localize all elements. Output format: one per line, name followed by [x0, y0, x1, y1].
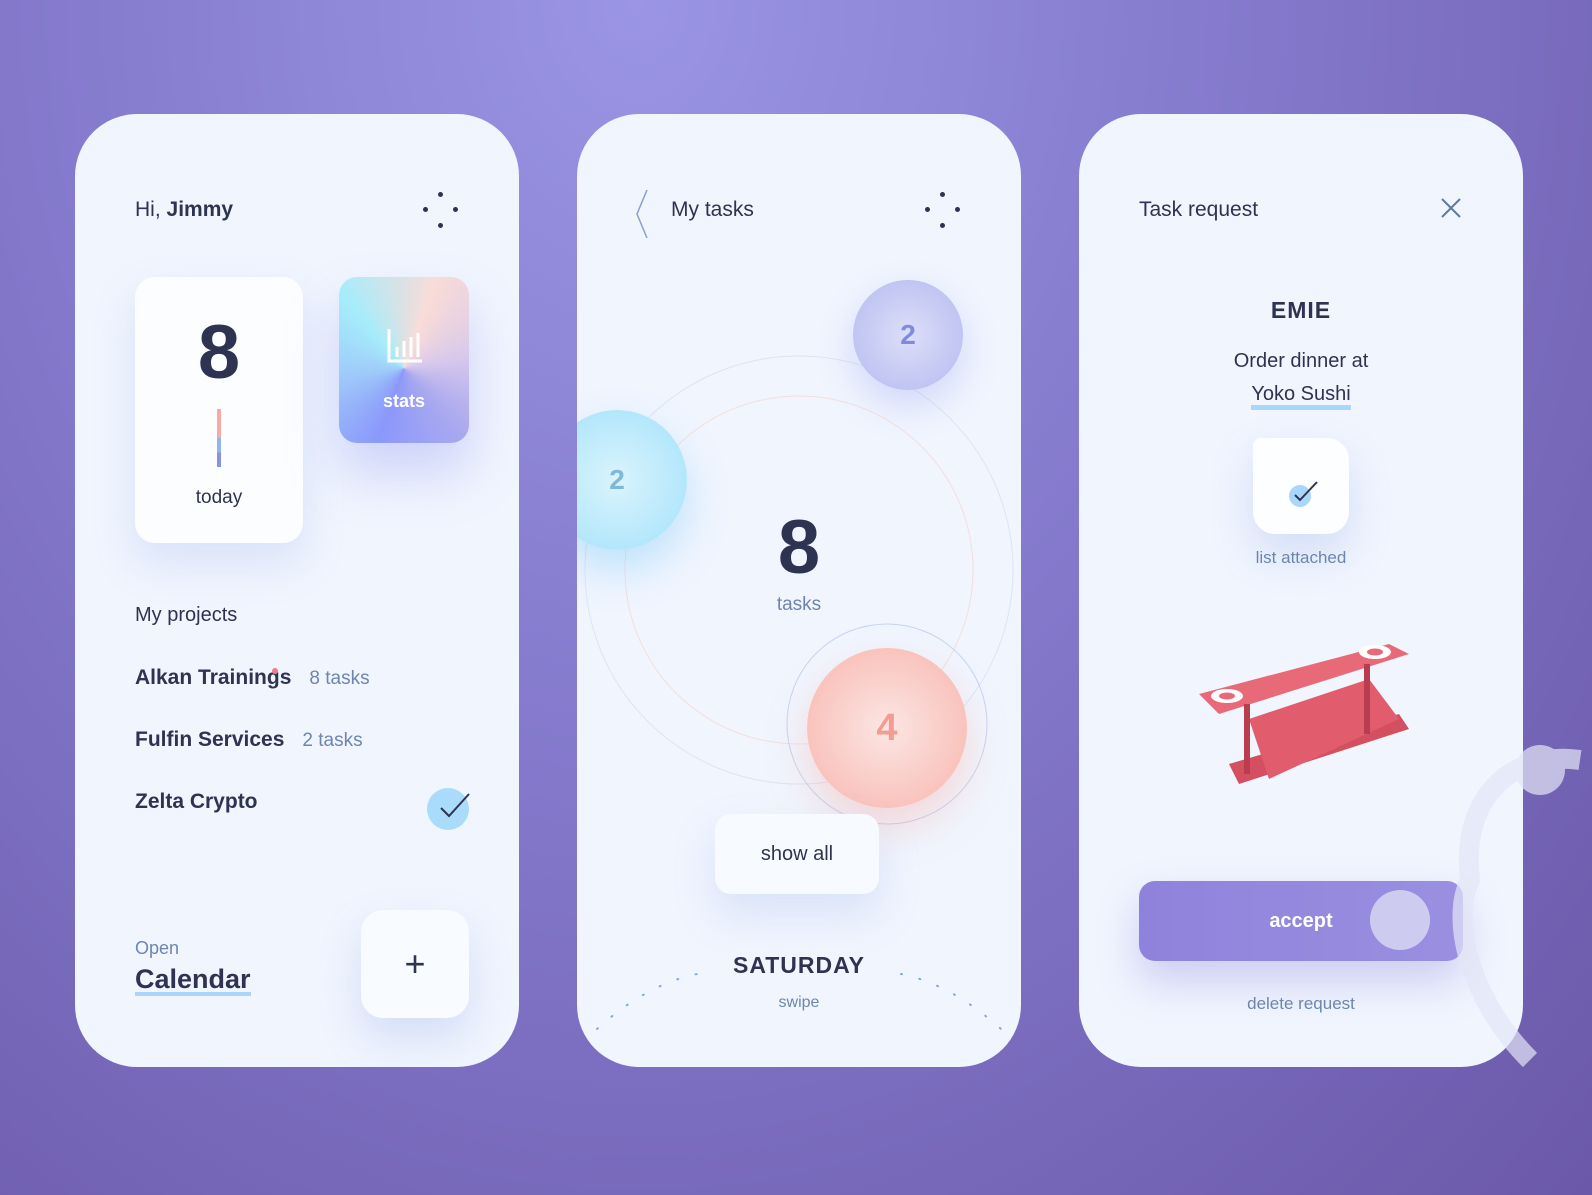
back-chevron-icon[interactable]: [635, 188, 649, 240]
today-label: today: [195, 487, 243, 508]
today-count: 8: [197, 310, 241, 395]
project-item[interactable]: Zelta Crypto: [135, 790, 258, 814]
attachment-folder-icon[interactable]: [1253, 438, 1349, 534]
open-label: Open: [135, 938, 180, 958]
attachment-label[interactable]: list attached: [1079, 548, 1523, 568]
task-bubble[interactable]: 2: [853, 280, 963, 390]
task-bubble[interactable]: 4: [807, 648, 967, 808]
cloud-decoration: [1370, 745, 1582, 1068]
show-all-button[interactable]: show all: [715, 814, 879, 894]
tasks-count: 8: [777, 505, 821, 590]
notification-dot: [272, 668, 278, 674]
page-title: My tasks: [671, 198, 754, 221]
bar-chart-icon: [387, 329, 422, 363]
calendar-link[interactable]: Calendar: [135, 966, 251, 996]
request-text: Order dinner at: [1233, 350, 1369, 372]
today-card[interactable]: 8 today: [135, 277, 303, 543]
add-button[interactable]: +: [361, 910, 469, 1018]
home-card: Hi, Jimmy 8 today stats My projects Alka…: [75, 114, 519, 1067]
menu-dots-icon[interactable]: [925, 192, 961, 228]
stats-label: stats: [382, 391, 426, 411]
swipe-arc: [596, 973, 1002, 1030]
stats-button[interactable]: stats: [339, 277, 469, 443]
tasks-card: My tasks 2 2 4 8 tasks show all SATURDAY…: [577, 114, 1021, 1067]
check-icon[interactable]: [427, 788, 470, 830]
greeting: Hi, Jimmy: [135, 198, 234, 221]
today-progress-bar: [217, 409, 221, 467]
page-title: Task request: [1139, 198, 1259, 221]
menu-dots-icon[interactable]: [423, 192, 459, 228]
close-icon[interactable]: [1441, 198, 1461, 218]
projects-title: My projects: [135, 604, 238, 626]
tasks-label: tasks: [776, 594, 822, 615]
requester-name: EMIE: [1270, 297, 1332, 323]
project-item[interactable]: Fulfin Services 2 tasks: [135, 728, 363, 752]
request-place: Yoko Sushi: [1079, 383, 1523, 410]
plus-icon: +: [404, 943, 426, 984]
project-item[interactable]: Alkan Trainings 8 tasks: [135, 666, 370, 690]
